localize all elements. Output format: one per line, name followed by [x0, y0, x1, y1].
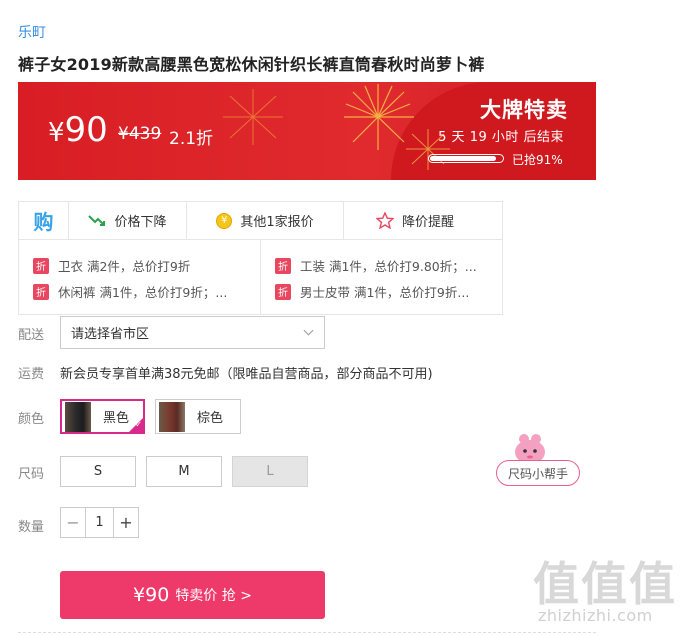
region-select[interactable]: 请选择省市区	[60, 316, 325, 349]
tab-price-drop[interactable]: 价格下降	[69, 202, 187, 239]
sold-progress-fill	[430, 156, 496, 161]
promo-column-right: 折 工装 满1件，总价打9.80折；... 折 男士皮带 满1件，总价打9折..…	[261, 240, 502, 315]
promo-text: 卫衣 满2件，总价打9折	[58, 259, 191, 274]
promo-list: 折 卫衣 满2件，总价打9折 折 休闲裤 满1件，总价打9折；... 折 工装 …	[19, 240, 502, 315]
promo-text: 男士皮带 满1件，总价打9折...	[300, 285, 470, 300]
buy-button[interactable]: ¥90 特卖价 抢 >	[60, 571, 325, 619]
color-option-label: 棕色	[197, 411, 224, 426]
sale-title: 大牌特卖	[480, 98, 568, 122]
sale-price-value: 90	[64, 110, 108, 150]
watermark: 值值值 zhizhizhi.com	[530, 548, 680, 633]
quantity-input[interactable]: 1	[85, 508, 114, 537]
buy-button-text: 特卖价 抢 >	[175, 588, 252, 604]
promo-item[interactable]: 折 工装 满1件，总价打9.80折；...	[275, 256, 477, 275]
color-option-brown[interactable]: 棕色	[155, 399, 241, 434]
shipping-info: 新会员专享首单满38元免邮（限唯品自营商品，部分商品不可用)	[60, 367, 433, 382]
original-price: ¥439	[118, 124, 162, 144]
product-title: 裤子女2019新款高腰黑色宽松休闲针织长裤直筒春秋时尚萝卜裤	[18, 55, 485, 74]
watermark-logo: 值值值	[533, 557, 677, 611]
color-swatch-image	[65, 401, 91, 432]
promotion-panel: 购 价格下降 ¥ 其他1家报价 降价提醒 折 卫衣 满2件，总价打9折 折 休闲…	[18, 201, 503, 315]
star-icon	[375, 212, 394, 229]
size-option-s[interactable]: S	[60, 456, 136, 487]
quantity-stepper: − 1 +	[60, 507, 139, 538]
size-helper[interactable]: 尺码小帮手	[476, 430, 582, 490]
currency-symbol: ¥	[48, 118, 65, 148]
color-option-label: 黑色	[103, 411, 130, 426]
coin-icon: ¥	[216, 212, 233, 229]
trend-down-icon	[88, 214, 106, 226]
chevron-down-icon	[303, 325, 314, 336]
promo-item[interactable]: 折 男士皮带 满1件，总价打9折...	[275, 282, 469, 301]
watermark-url: zhizhizhi.com	[538, 606, 653, 625]
checkmark-icon: ✓	[135, 420, 142, 429]
countdown-timer: 5 天 19 小时 后结束	[438, 130, 564, 145]
region-select-value: 请选择省市区	[71, 327, 150, 342]
color-label: 颜色	[18, 412, 45, 427]
gou-icon: 购	[19, 202, 69, 239]
tab-price-drop-label: 价格下降	[114, 215, 167, 230]
tab-other-quotes[interactable]: ¥ 其他1家报价	[187, 202, 344, 239]
quantity-plus-button[interactable]: +	[114, 508, 138, 537]
discount-badge-icon: 折	[33, 283, 49, 300]
discount-badge-icon: 折	[275, 257, 291, 274]
tab-price-alert-label: 降价提醒	[401, 215, 454, 230]
size-option-l: L	[232, 456, 308, 487]
sold-percentage: 已抢91%	[512, 153, 563, 167]
discount-badge-icon: 折	[33, 257, 49, 274]
discount-badge-icon: 折	[275, 283, 291, 300]
promo-tabs: 购 价格下降 ¥ 其他1家报价 降价提醒	[19, 202, 502, 240]
brand-link[interactable]: 乐町	[18, 22, 46, 42]
sale-price: ¥90	[48, 110, 108, 150]
color-swatch-image	[159, 401, 185, 432]
delivery-label: 配送	[18, 328, 45, 343]
promo-item[interactable]: 折 休闲裤 满1件，总价打9折；...	[33, 282, 227, 301]
promo-text: 工装 满1件，总价打9.80折；...	[300, 259, 477, 274]
promo-item[interactable]: 折 卫衣 满2件，总价打9折	[33, 256, 190, 275]
color-option-black[interactable]: 黑色 ✓	[60, 399, 145, 434]
firework-decoration	[223, 89, 283, 145]
quantity-minus-button[interactable]: −	[61, 508, 85, 537]
buy-button-price: ¥90	[133, 584, 170, 606]
tab-price-alert[interactable]: 降价提醒	[344, 202, 486, 239]
promo-text: 休闲裤 满1件，总价打9折；...	[58, 285, 228, 300]
promo-column-left: 折 卫衣 满2件，总价打9折 折 休闲裤 满1件，总价打9折；...	[19, 240, 261, 315]
tab-other-quotes-label: 其他1家报价	[240, 215, 314, 230]
discount-rate: 2.1折	[169, 129, 214, 149]
sold-progress-bar	[428, 154, 504, 163]
divider	[18, 632, 596, 633]
quantity-label: 数量	[18, 520, 45, 535]
shipping-label: 运费	[18, 367, 45, 382]
size-label: 尺码	[18, 467, 45, 482]
size-helper-label: 尺码小帮手	[496, 460, 580, 486]
size-option-m[interactable]: M	[146, 456, 222, 487]
flash-sale-banner: ¥90 ¥439 2.1折 大牌特卖 5 天 19 小时 后结束 已抢91%	[18, 82, 596, 180]
